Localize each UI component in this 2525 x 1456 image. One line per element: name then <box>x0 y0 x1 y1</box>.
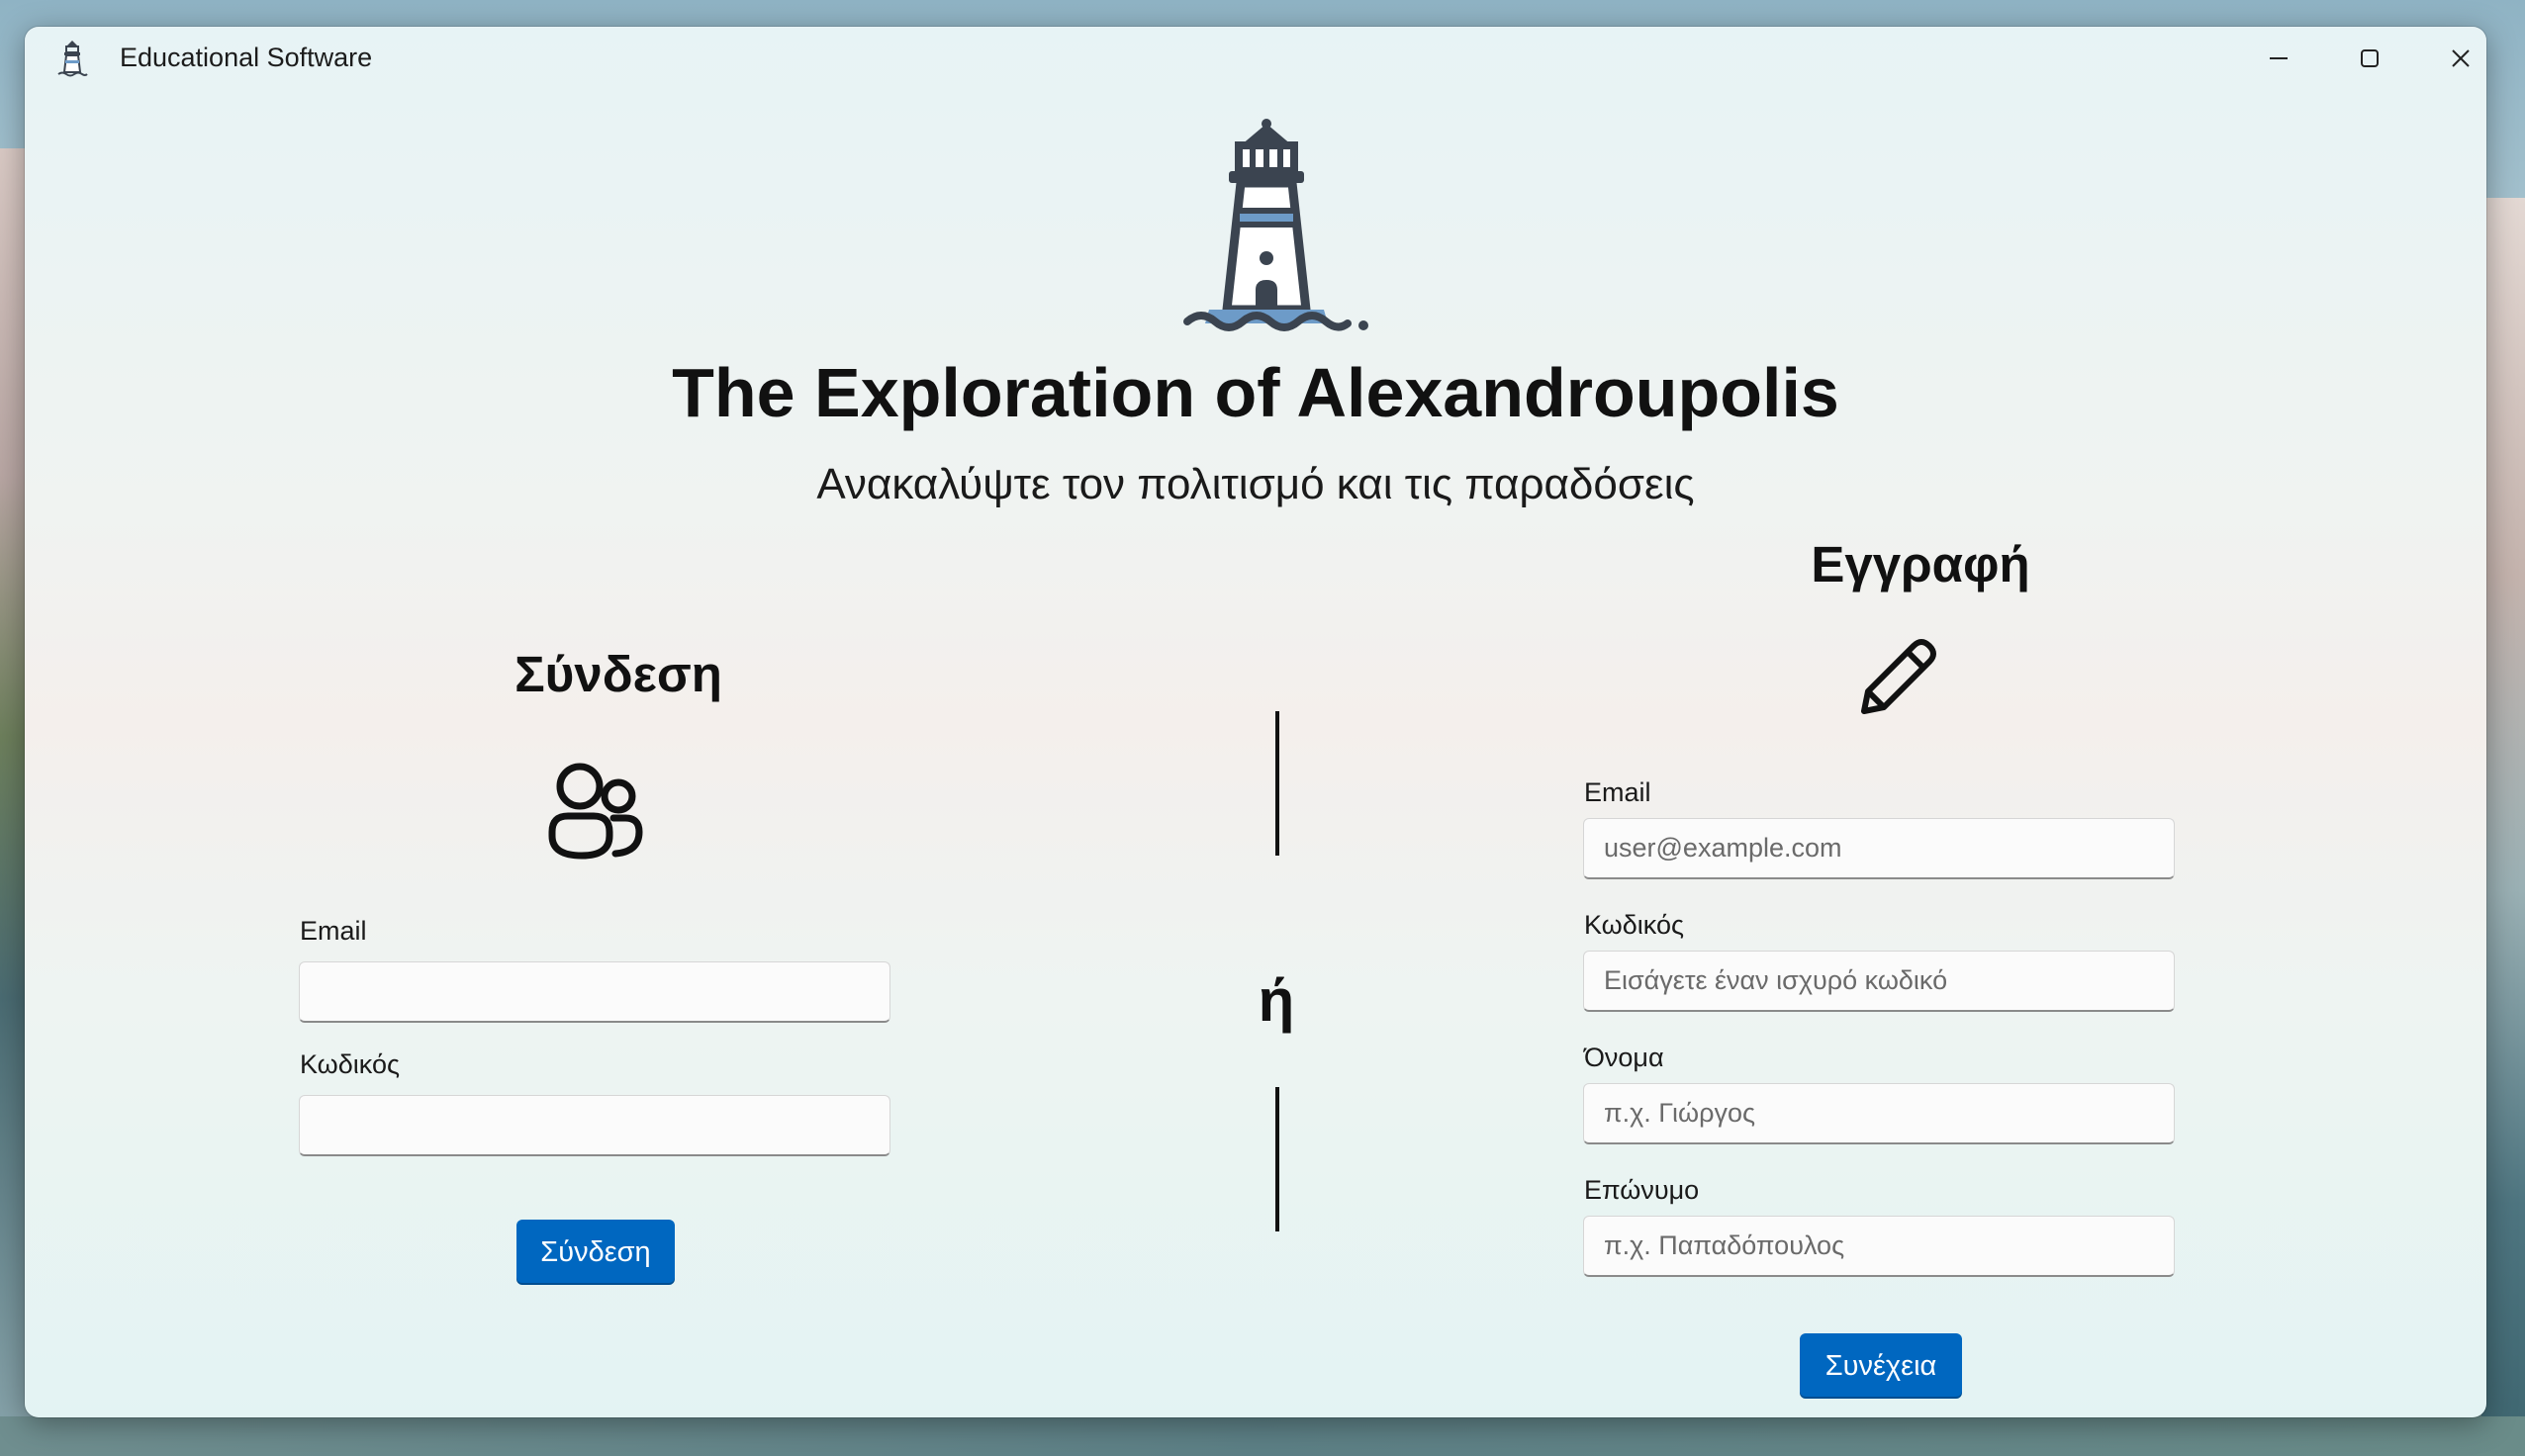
register-password-input[interactable] <box>1583 951 2175 1012</box>
register-heading: Εγγραφή <box>1811 536 2030 592</box>
app-window: Educational Software The Exploration of … <box>25 27 2486 1417</box>
pencil-icon <box>1854 630 1943 719</box>
login-password-label: Κωδικός <box>300 1049 400 1079</box>
register-email-input[interactable] <box>1583 818 2175 879</box>
minimize-icon <box>2270 57 2288 59</box>
or-separator: ή <box>1258 967 1295 1034</box>
minimize-button[interactable] <box>2233 27 2324 90</box>
register-last-name-label: Επώνυμο <box>1584 1175 1700 1205</box>
login-email-input[interactable] <box>299 961 890 1023</box>
page-title: The Exploration of Alexandroupolis <box>672 354 1839 431</box>
login-heading: Σύνδεση <box>514 646 722 702</box>
login-button[interactable]: Σύνδεση <box>516 1220 675 1285</box>
lighthouse-icon <box>54 39 90 78</box>
login-email-label: Email <box>300 916 367 946</box>
page-subtitle: Ανακαλύψτε τον πολιτισμό και τις παραδόσ… <box>816 460 1695 508</box>
lighthouse-icon <box>1158 116 1375 343</box>
desktop-background-right <box>2481 198 2525 1456</box>
close-button[interactable] <box>2415 27 2486 90</box>
title-bar[interactable]: Educational Software <box>25 27 2486 90</box>
desktop-background-bottom <box>0 1416 2525 1456</box>
register-password-label: Κωδικός <box>1584 910 1684 940</box>
login-password-input[interactable] <box>299 1095 890 1156</box>
register-first-name-label: Όνομα <box>1584 1043 1664 1072</box>
register-last-name-input[interactable] <box>1583 1216 2175 1277</box>
register-first-name-input[interactable] <box>1583 1083 2175 1144</box>
register-email-label: Email <box>1584 777 1651 807</box>
continue-button[interactable]: Συνέχεια <box>1800 1333 1962 1399</box>
divider-line-bottom <box>1275 1087 1279 1231</box>
people-icon <box>542 759 647 864</box>
maximize-icon <box>2361 49 2379 67</box>
close-icon <box>2452 49 2470 67</box>
window-title: Educational Software <box>120 43 373 72</box>
maximize-button[interactable] <box>2324 27 2415 90</box>
divider-line-top <box>1275 711 1279 856</box>
